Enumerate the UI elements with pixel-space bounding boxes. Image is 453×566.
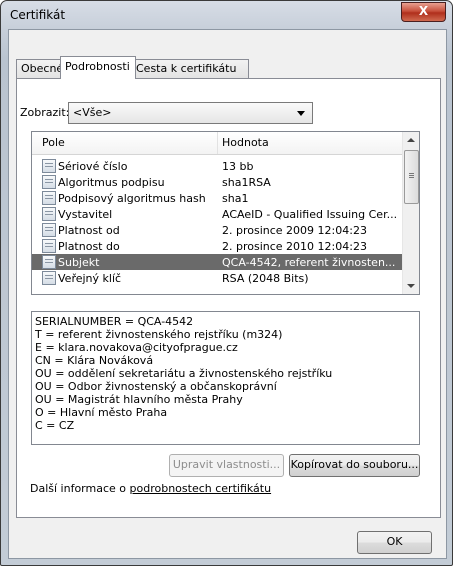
detail-line: T = referent živnostenského rejstříku (m… <box>35 328 283 341</box>
certificate-field-icon <box>42 223 56 237</box>
copy-to-file-button[interactable]: Kopírovat do souboru... <box>289 454 420 477</box>
field-value: QCA-4542, referent živnosten... <box>222 256 396 269</box>
list-header: Pole Hodnota <box>32 132 402 155</box>
detail-line: CN = Klára Nováková <box>35 354 154 367</box>
scroll-up-arrow-icon[interactable] <box>407 138 415 142</box>
window-title: Certifikát <box>10 8 66 22</box>
fields-list[interactable]: Pole Hodnota Sériové číslo 13 bb Algorit… <box>31 131 420 295</box>
list-item[interactable]: Platnost od 2. prosince 2009 12:04:23 <box>32 222 402 238</box>
column-divider[interactable] <box>217 132 218 154</box>
show-select[interactable]: <Vše> <box>68 102 313 124</box>
certificate-field-icon <box>42 255 56 269</box>
list-item[interactable]: Vystavitel ACAeID - Qualified Issuing Ce… <box>32 206 402 222</box>
show-select-value: <Vše> <box>73 106 112 119</box>
field-value: 13 bb <box>222 160 254 173</box>
field-name: Platnost do <box>58 240 120 253</box>
field-name: Platnost od <box>58 224 120 237</box>
field-name: Sériové číslo <box>58 160 128 173</box>
detail-line: O = Hlavní město Praha <box>35 406 168 419</box>
field-name: Subjekt <box>58 256 100 269</box>
list-item[interactable]: Veřejný klíč RSA (2048 Bits) <box>32 270 402 286</box>
list-item[interactable]: Podpisový algoritmus hash sha1 <box>32 190 402 206</box>
show-label: Zobrazit: <box>20 106 70 119</box>
field-value: RSA (2048 Bits) <box>222 272 309 285</box>
more-info-text: Další informace o podrobnostech certifik… <box>30 482 271 495</box>
certificate-details-link[interactable]: podrobnostech certifikátu <box>130 482 272 495</box>
certificate-field-icon <box>42 239 56 253</box>
field-value: 2. prosince 2010 12:04:23 <box>222 240 367 253</box>
detail-line: OU = Odbor živnostenský a občanskoprávní <box>35 380 277 393</box>
ok-button[interactable]: OK <box>357 531 432 554</box>
list-item-selected[interactable]: Subjekt QCA-4542, referent živnosten... <box>32 254 402 270</box>
detail-line: OU = oddělení sekretariátu a živnostensk… <box>35 367 333 380</box>
tab-details[interactable]: Podrobnosti <box>60 56 136 79</box>
list-item[interactable]: Algoritmus podpisu sha1RSA <box>32 174 402 190</box>
field-value: sha1 <box>222 192 249 205</box>
certificate-field-icon <box>42 271 56 285</box>
column-header-value[interactable]: Hodnota <box>222 136 269 149</box>
field-value: sha1RSA <box>222 176 271 189</box>
tab-certification-path[interactable]: Cesta k certifikátu <box>131 59 249 78</box>
certificate-field-icon <box>42 175 56 189</box>
field-name: Algoritmus podpisu <box>58 176 165 189</box>
field-detail-textbox[interactable]: SERIALNUMBER = QCA-4542 T = referent živ… <box>31 311 420 445</box>
field-name: Veřejný klíč <box>58 272 122 285</box>
title-bar[interactable]: Certifikát X <box>1 1 452 27</box>
field-name: Vystavitel <box>58 208 113 221</box>
scrollbar-thumb[interactable] <box>404 150 419 204</box>
detail-line: OU = Magistrát hlavního města Prahy <box>35 393 243 406</box>
more-info-prefix: Další informace o <box>30 482 130 495</box>
field-name: Podpisový algoritmus hash <box>58 192 206 205</box>
certificate-field-icon <box>42 191 56 205</box>
certificate-dialog: Certifikát X Obecné Podrobnosti Cesta k … <box>0 0 453 566</box>
close-button[interactable]: X <box>401 2 446 22</box>
grip-icon <box>409 173 414 174</box>
chevron-down-icon <box>297 111 305 116</box>
list-item[interactable]: Sériové číslo 13 bb <box>32 158 402 174</box>
certificate-field-icon <box>42 207 56 221</box>
tab-general[interactable]: Obecné <box>16 59 64 78</box>
field-value: 2. prosince 2009 12:04:23 <box>222 224 367 237</box>
field-value: ACAeID - Qualified Issuing Cer... <box>222 208 398 221</box>
detail-line: SERIALNUMBER = QCA-4542 <box>35 315 194 328</box>
edit-properties-button[interactable]: Upravit vlastnosti... <box>169 454 284 477</box>
column-header-field[interactable]: Pole <box>42 136 65 149</box>
detail-line: E = klara.novakova@cityofprague.cz <box>35 341 238 354</box>
certificate-field-icon <box>42 159 56 173</box>
list-item[interactable]: Platnost do 2. prosince 2010 12:04:23 <box>32 238 402 254</box>
list-scrollbar[interactable] <box>402 132 419 294</box>
detail-line: C = CZ <box>35 419 75 432</box>
scroll-down-arrow-icon[interactable] <box>407 284 415 288</box>
